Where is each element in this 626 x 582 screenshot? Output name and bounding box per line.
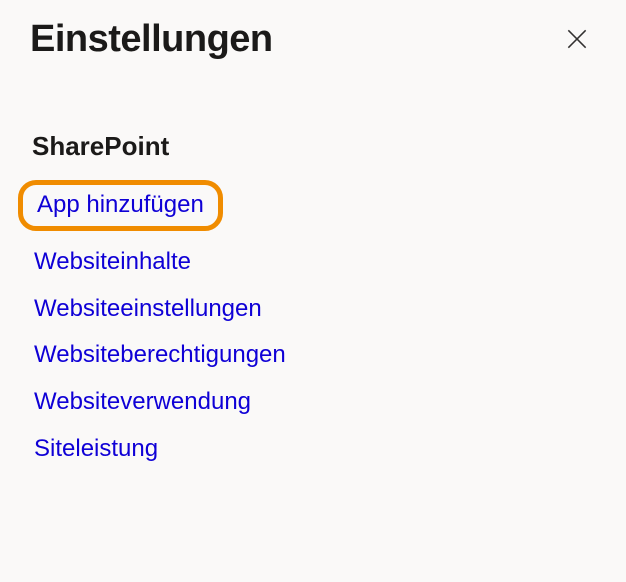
section-title: SharePoint	[32, 131, 594, 162]
menu-link-site-usage[interactable]: Websiteverwendung	[30, 385, 255, 420]
settings-header: Einstellungen	[30, 18, 594, 61]
menu-link-site-performance[interactable]: Siteleistung	[30, 432, 162, 467]
menu-link-add-app[interactable]: App hinzufügen	[18, 180, 223, 231]
menu-link-site-contents[interactable]: Websiteinhalte	[30, 245, 195, 280]
menu-link-site-settings[interactable]: Websiteeinstellungen	[30, 292, 266, 327]
menu-link-site-permissions[interactable]: Websiteberechtigungen	[30, 338, 290, 373]
close-icon	[564, 26, 590, 52]
page-title: Einstellungen	[30, 18, 273, 61]
settings-menu: App hinzufügen Websiteinhalte Websiteein…	[30, 180, 594, 467]
close-button[interactable]	[560, 22, 594, 56]
